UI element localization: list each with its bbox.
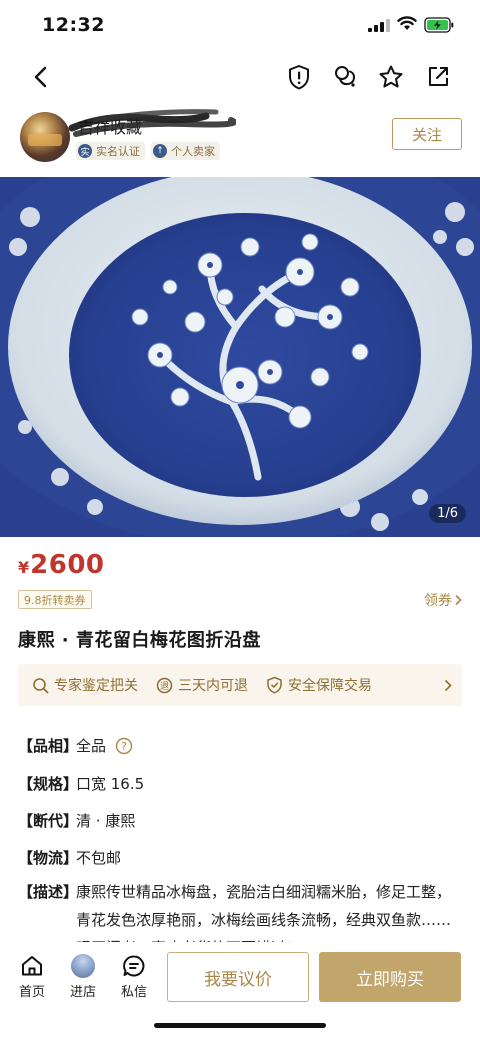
status-bar: 12:32: [0, 0, 480, 52]
spec-value: 清 · 康熙: [76, 812, 136, 830]
svg-text:退: 退: [160, 681, 169, 692]
spec-key: 【物流】: [18, 849, 79, 867]
service-guarantees-bar[interactable]: 专家鉴定把关 退 三天内可退 安全保障交易: [18, 664, 462, 706]
spec-condition: 【品相】 全品 ?: [18, 735, 133, 756]
home-icon: [22, 956, 42, 976]
spec-value: 口宽 16.5: [76, 775, 145, 793]
service-three-day-return: 退 三天内可退: [156, 675, 248, 695]
spec-shipping: 【物流】 不包邮: [18, 847, 121, 868]
chat-icon: [123, 955, 145, 977]
tab-label: 进店: [69, 985, 96, 1000]
report-icon[interactable]: [284, 62, 314, 92]
chevron-right-icon: [455, 594, 462, 606]
svg-text:?: ?: [121, 740, 127, 753]
battery-charging-icon: [424, 17, 454, 33]
seller-avatar[interactable]: [20, 112, 70, 162]
price-amount: 2600: [30, 550, 105, 580]
name-redaction-scribble: [68, 109, 236, 137]
spec-description: 【描述】 康熙传世精品冰梅盘，瓷胎洁白细润糯米胎，修足工整，青花发色浓厚艳丽，冰…: [18, 878, 464, 942]
price: ¥ 2600: [18, 550, 105, 580]
chevron-right-icon: [444, 679, 452, 691]
verified-label: 实名认证: [96, 145, 140, 158]
buy-now-button[interactable]: 立即购买: [319, 952, 461, 1002]
favorite-star-icon[interactable]: [376, 62, 406, 92]
return-icon: 退: [156, 677, 173, 693]
personal-seller-label: 个人卖家: [171, 145, 215, 158]
price-currency: ¥: [18, 558, 30, 577]
help-icon[interactable]: ?: [115, 737, 133, 755]
tab-home[interactable]: 首页: [10, 954, 54, 1000]
product-image-carousel[interactable]: 1/6: [0, 177, 480, 537]
verified-badge: 实 实名认证: [76, 142, 145, 160]
spec-size: 【规格】 口宽 16.5: [18, 773, 144, 794]
service-label: 三天内可退: [178, 678, 248, 694]
service-expert-appraisal: 专家鉴定把关: [32, 675, 138, 695]
get-coupon-label: 领券: [424, 593, 452, 609]
spec-period: 【断代】 清 · 康熙: [18, 810, 135, 831]
spec-key: 【品相】: [18, 737, 79, 755]
service-label: 安全保障交易: [288, 678, 372, 694]
spec-value: 不包邮: [76, 849, 122, 867]
share-circle-icon[interactable]: [330, 62, 360, 92]
discount-tag: 9.8折转卖券: [18, 590, 92, 609]
service-secure-trade: 安全保障交易: [266, 675, 372, 695]
back-icon[interactable]: [26, 62, 56, 92]
bottom-action-bar: 首页 进店 私信 我要议价 立即购买: [0, 942, 480, 1039]
get-coupon-link[interactable]: 领券: [424, 590, 462, 610]
store-avatar: [71, 954, 95, 978]
share-icon[interactable]: [423, 62, 453, 92]
shield-check-icon: [267, 676, 282, 694]
status-time: 12:32: [42, 14, 105, 36]
signal-icon: [368, 19, 390, 32]
home-indicator: [154, 1023, 326, 1028]
spec-key: 【规格】: [18, 775, 79, 793]
service-label: 专家鉴定把关: [54, 678, 138, 694]
spec-value: 全品: [76, 737, 107, 755]
tab-store[interactable]: 进店: [61, 954, 105, 1000]
seller-header: 吉祥收藏 实 实名认证 ↑ 个人卖家 关注: [0, 108, 480, 170]
make-offer-button[interactable]: 我要议价: [167, 952, 309, 1002]
spec-key: 【断代】: [18, 812, 79, 830]
product-photo: [0, 177, 480, 537]
tab-label: 首页: [18, 985, 45, 1000]
personal-seller-badge: ↑ 个人卖家: [151, 142, 220, 160]
follow-button[interactable]: 关注: [392, 118, 462, 150]
search-icon: [33, 677, 49, 693]
spec-key: 【描述】: [18, 883, 79, 901]
verified-icon: 实: [78, 144, 92, 158]
image-counter: 1/6: [429, 504, 466, 523]
nav-bar: [0, 52, 480, 102]
product-title: 康熙 · 青花留白梅花图折沿盘: [18, 630, 261, 651]
description-text: 康熙传世精品冰梅盘，瓷胎洁白细润糯米胎，修足工整，青花发色浓厚艳丽，冰梅绘画线条…: [76, 883, 452, 942]
tab-message[interactable]: 私信: [112, 954, 156, 1000]
seller-badges: 实 实名认证 ↑ 个人卖家: [76, 142, 220, 160]
wifi-icon: [397, 16, 417, 30]
personal-seller-icon: ↑: [153, 144, 167, 158]
tab-label: 私信: [120, 985, 147, 1000]
